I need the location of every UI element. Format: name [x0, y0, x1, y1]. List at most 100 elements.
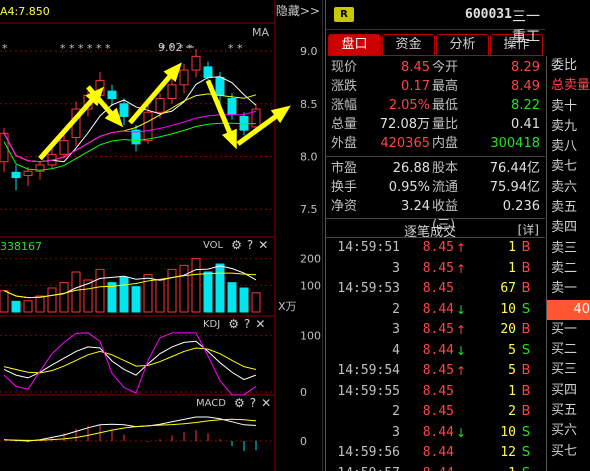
quote-label: 现价	[331, 60, 358, 75]
trades-list[interactable]: 14:59:51 8.45 ↑ 1 B 3 8.45 ↑ 1 B 14:59:53 8.45 67 B 2 8…	[326, 238, 545, 471]
tab-2[interactable]: 分析	[436, 34, 489, 56]
trade-row[interactable]: 4 8.44 ↓ 5 S	[326, 341, 545, 362]
side-item[interactable]: 买七	[547, 442, 590, 462]
vol-settings-icon[interactable]: ⚙	[231, 238, 242, 252]
volume-bar[interactable]	[71, 271, 81, 313]
trades-detail-link[interactable]: [详]	[518, 221, 539, 238]
trade-row[interactable]: 14:59:51 8.45 ↑ 1 B	[326, 238, 545, 259]
volume-bar[interactable]	[107, 282, 117, 313]
star-marker: *	[2, 42, 8, 55]
side-item[interactable]: 买二	[547, 340, 590, 360]
trade-volume: 20	[500, 322, 516, 337]
kline-chart-svg[interactable]: A4:7.850MA* * * * * * * * * * * ** 9.08.58.…	[0, 0, 323, 471]
trade-time: 14:59:51	[337, 240, 400, 255]
side-item[interactable]: 卖八	[547, 137, 590, 157]
candle-body[interactable]	[143, 111, 153, 142]
candle-body[interactable]	[119, 103, 129, 117]
side-item[interactable]: 卖三	[547, 239, 590, 259]
candle-body[interactable]	[107, 90, 117, 100]
volume-bar[interactable]	[167, 268, 177, 313]
side-item[interactable]: 买三	[547, 360, 590, 380]
quote-value: 8.45	[401, 60, 430, 75]
trades-title: 逐笔成交	[404, 225, 457, 240]
trade-row[interactable]: 2 8.44 ↓ 10 S	[326, 300, 545, 321]
trade-row[interactable]: 3 8.45 ↑ 1 B	[326, 259, 545, 280]
side-item[interactable]: 买一	[547, 320, 590, 340]
side-item[interactable]: 卖七	[547, 157, 590, 177]
volume-bar[interactable]	[95, 268, 105, 313]
kdj-settings-icon[interactable]: ⚙	[228, 317, 239, 331]
side-item[interactable]: 卖五	[547, 198, 590, 218]
macd-tick-label: 0	[300, 435, 307, 448]
macd-settings-icon[interactable]: ⚙	[234, 396, 245, 410]
trade-row[interactable]: 3 8.45 ↑ 20 B	[326, 320, 545, 341]
kdj-close-icon[interactable]: ✕	[255, 317, 265, 331]
quote-value: 8.29	[511, 60, 540, 75]
candle-body[interactable]	[191, 55, 201, 71]
candle-body[interactable]	[59, 140, 69, 155]
trade-time: 14:59:57	[326, 464, 400, 471]
trade-flag: B	[521, 322, 531, 337]
side-item[interactable]: 卖十	[547, 97, 590, 117]
candle-body[interactable]	[179, 69, 189, 86]
volume-bar[interactable]	[215, 263, 225, 313]
tab-0[interactable]: 盘口	[328, 34, 381, 56]
vol-close-icon[interactable]: ✕	[258, 238, 268, 252]
quote-value: 0.17	[401, 79, 430, 94]
trade-row[interactable]: 14:59:56 8.44 12 S	[326, 443, 545, 464]
side-item[interactable]: 卖一	[547, 279, 590, 299]
volume-bar[interactable]	[59, 282, 69, 313]
trade-row[interactable]: 14:59:53 8.45 67 B	[326, 279, 545, 300]
volume-bar[interactable]	[203, 271, 213, 313]
high-price-marker: 9.02	[158, 41, 183, 54]
trade-arrow-icon	[454, 464, 468, 471]
trade-row[interactable]: 14:59:55 8.45 1 B	[326, 382, 545, 403]
volume-bar[interactable]	[179, 264, 189, 313]
volume-bar[interactable]	[227, 282, 237, 313]
kline-chart-area[interactable]: A4:7.850 MA * * * * * * * * * * * * * 9.0 8.5 8.…	[0, 0, 323, 471]
candle-body[interactable]	[23, 170, 33, 176]
candle-body[interactable]	[11, 171, 21, 179]
side-item[interactable]: 卖二	[547, 259, 590, 279]
side-item[interactable]: 买四	[547, 381, 590, 401]
side-item[interactable]: 卖九	[547, 117, 590, 137]
volume-bar[interactable]	[251, 292, 261, 313]
trade-row[interactable]: 2 8.45 2 B	[326, 402, 545, 423]
volume-bar[interactable]	[11, 300, 21, 313]
volume-bar[interactable]	[23, 300, 33, 313]
candle-body[interactable]	[155, 98, 165, 113]
r-badge[interactable]: R	[334, 7, 354, 22]
side-item[interactable]: 买五	[547, 401, 590, 421]
trade-arrow-icon	[454, 382, 468, 403]
volume-bar[interactable]	[239, 287, 249, 313]
fundamental-value: 76.44亿	[489, 161, 540, 176]
kdj-help-icon[interactable]: ?	[244, 317, 250, 331]
macd-close-icon[interactable]: ✕	[261, 396, 271, 410]
candle-body[interactable]	[215, 76, 225, 96]
trade-row[interactable]: 3 8.44 ↓ 10 S	[326, 423, 545, 444]
quote-row: 外盘 420365 内盘 300418	[326, 134, 545, 153]
trade-row[interactable]: 14:59:54 8.45 ↑ 5 B	[326, 361, 545, 382]
trade-row[interactable]: 14:59:578.44 1S	[326, 464, 545, 471]
hide-panel-button[interactable]: 隐藏>>	[276, 2, 320, 19]
volume-bar[interactable]	[47, 287, 57, 313]
volume-bar[interactable]	[119, 276, 129, 313]
volume-bar[interactable]	[191, 258, 201, 313]
trade-price: 8.45	[422, 281, 454, 296]
side-item[interactable]: 买六	[547, 421, 590, 441]
side-item[interactable]: 总卖量	[547, 76, 590, 96]
macd-help-icon[interactable]: ?	[250, 396, 256, 410]
volume-bar[interactable]	[0, 290, 9, 313]
vol-help-icon[interactable]: ?	[247, 238, 253, 252]
volume-bar[interactable]	[131, 286, 141, 313]
candle-body[interactable]	[227, 98, 237, 115]
volume-bar[interactable]	[155, 279, 165, 313]
side-item[interactable]: 委比	[547, 56, 590, 76]
candle-body[interactable]	[167, 84, 177, 100]
side-item[interactable]: 40	[547, 299, 590, 320]
side-item[interactable]: 卖六	[547, 178, 590, 198]
side-item[interactable]: 卖四	[547, 218, 590, 238]
volume-bar[interactable]	[35, 295, 45, 313]
tab-1[interactable]: 资金	[382, 34, 435, 56]
candle-body[interactable]	[203, 66, 213, 78]
